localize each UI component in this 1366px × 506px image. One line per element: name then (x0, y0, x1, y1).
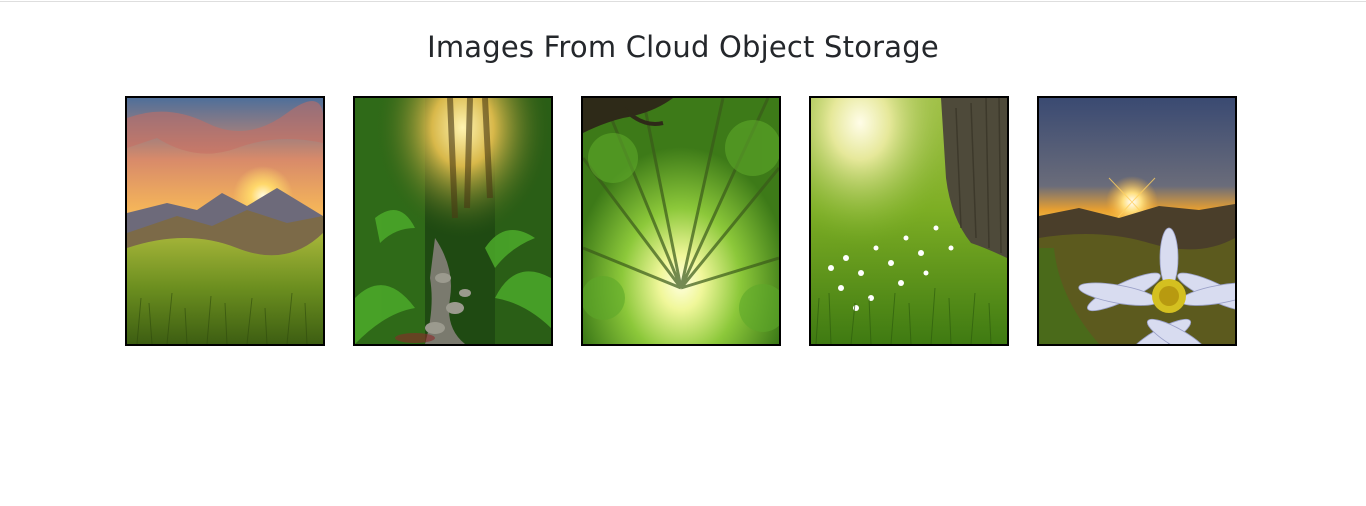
gallery-image[interactable] (809, 96, 1009, 346)
daisy-sunrise-image (1039, 98, 1235, 344)
top-divider (0, 1, 1366, 2)
forest-canopy-image (583, 98, 779, 344)
gallery-image[interactable] (581, 96, 781, 346)
mountain-sunset-image (127, 98, 323, 344)
jungle-stream-image (355, 98, 551, 344)
gallery-image[interactable] (125, 96, 325, 346)
gallery-image[interactable] (353, 96, 553, 346)
meadow-tree-image (811, 98, 1007, 344)
gallery-image[interactable] (1037, 96, 1237, 346)
page-title: Images From Cloud Object Storage (427, 30, 939, 64)
image-gallery (125, 96, 1237, 346)
